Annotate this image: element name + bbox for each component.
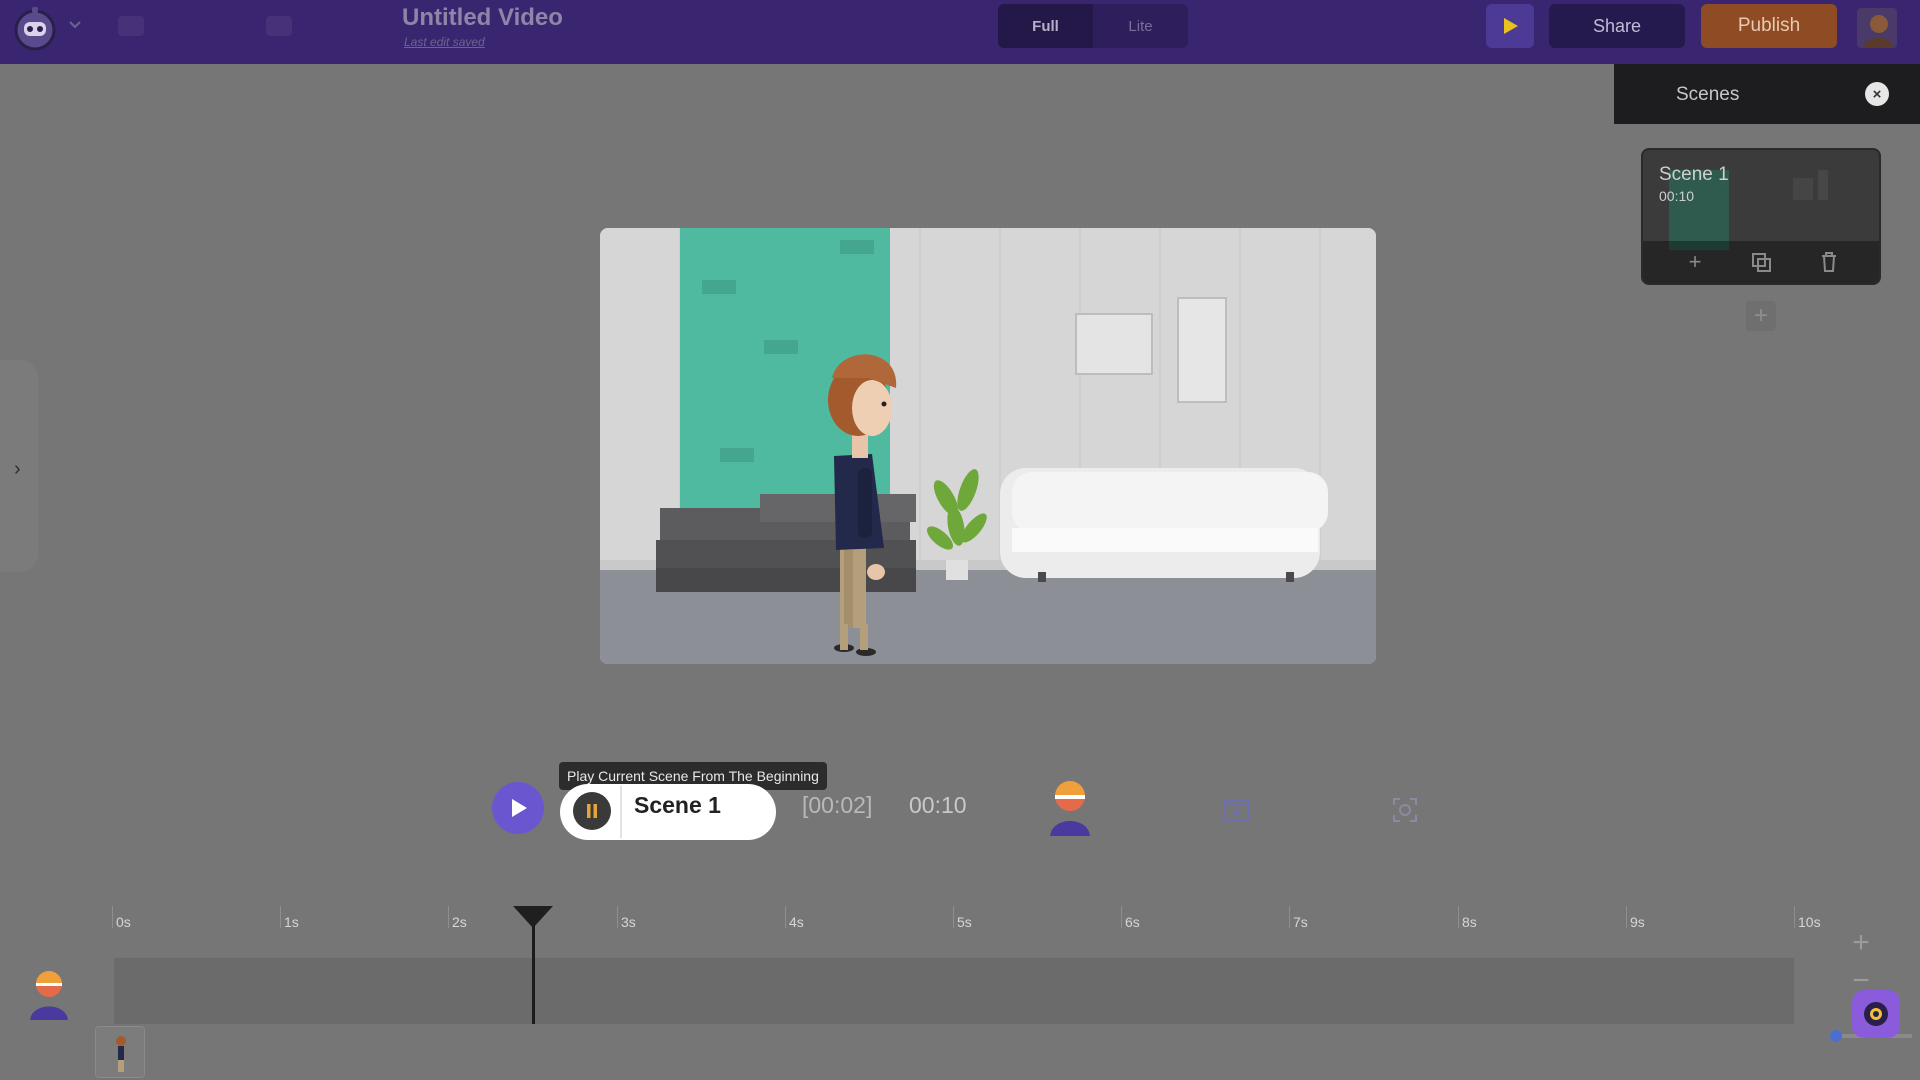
timeline-tick-label: 2s [452, 914, 467, 930]
timeline-tick [448, 906, 449, 928]
current-time: [00:02] [802, 792, 873, 818]
timeline-tick [112, 906, 113, 928]
timeline-tick-label: 7s [1293, 914, 1308, 930]
character-figure-icon [116, 1036, 126, 1072]
undo-icon[interactable] [118, 16, 144, 36]
timeline-tick [1121, 906, 1122, 928]
timeline-tick [1289, 906, 1290, 928]
timeline-tick-label: 10s [1798, 914, 1821, 930]
chevron-right-icon[interactable]: › [14, 458, 21, 481]
duplicate-icon[interactable] [1749, 250, 1773, 274]
timeline-tick [1626, 906, 1627, 928]
timeline-tick [785, 906, 786, 928]
chevron-down-icon[interactable] [68, 18, 82, 32]
play-icon [512, 799, 527, 817]
help-widget[interactable] [1852, 990, 1900, 1038]
robot-logo-icon[interactable] [10, 4, 60, 54]
timeline-tick [1794, 906, 1795, 928]
timeline-tick [617, 906, 618, 928]
redo-icon[interactable] [266, 16, 292, 36]
share-button[interactable]: Share [1549, 4, 1685, 48]
zoom-in-icon[interactable]: + [1846, 926, 1876, 959]
character-icon[interactable] [26, 968, 72, 1020]
mode-lite[interactable]: Lite [1093, 4, 1188, 48]
add-scene-button[interactable]: + [1746, 301, 1776, 331]
scene-canvas[interactable] [600, 228, 1376, 664]
last-edit-link[interactable]: Last edit saved [404, 35, 485, 49]
zoom-slider-handle[interactable] [1830, 1030, 1842, 1042]
timeline-tick-label: 6s [1125, 914, 1140, 930]
mode-toggle[interactable]: Full Lite [998, 4, 1188, 48]
scene-label: Scene 1 [634, 792, 721, 818]
user-avatar[interactable] [1857, 8, 1897, 48]
video-title[interactable]: Untitled Video [402, 4, 563, 32]
scenes-panel-title: Scenes [1676, 84, 1740, 105]
pause-button[interactable] [573, 792, 611, 830]
scene-card[interactable]: Scene 1 00:10 + [1641, 148, 1881, 285]
scene-card-name: Scene 1 [1659, 164, 1729, 185]
character-icon[interactable] [1046, 778, 1094, 836]
timeline-tick [1458, 906, 1459, 928]
pill-divider [620, 786, 622, 838]
timeline-tick [953, 906, 954, 928]
trash-icon[interactable] [1817, 250, 1841, 274]
timeline-ruler[interactable]: 0s 1s 2s 3s 4s 5s 6s 7s 8s 9s 10s [112, 906, 1821, 936]
timeline-tick-label: 1s [284, 914, 299, 930]
play-icon [1504, 18, 1518, 34]
preview-play-button[interactable] [1486, 4, 1534, 48]
timeline-tick-label: 0s [116, 914, 131, 930]
scene-card-duration: 00:10 [1659, 188, 1695, 204]
playhead-handle[interactable] [512, 906, 553, 928]
playhead-line[interactable] [531, 918, 535, 1024]
robot-help-icon [1864, 1002, 1888, 1026]
camera-icon[interactable] [1391, 796, 1419, 824]
timeline-tick-label: 9s [1630, 914, 1645, 930]
mode-full[interactable]: Full [998, 4, 1093, 48]
timeline-tick-label: 3s [621, 914, 636, 930]
publish-button[interactable]: Publish [1701, 4, 1837, 48]
scene-illustration [600, 228, 1376, 664]
total-time: 00:10 [909, 792, 967, 818]
pause-icon [587, 804, 597, 818]
close-icon[interactable]: × [1865, 82, 1889, 106]
film-clip-icon[interactable] [1222, 794, 1252, 824]
timeline-tick-label: 5s [957, 914, 972, 930]
timeline-tick [280, 906, 281, 928]
timeline-tick-label: 4s [789, 914, 804, 930]
timeline-track[interactable] [114, 958, 1794, 1024]
add-scene-icon[interactable]: + [1683, 249, 1707, 274]
character-thumbnail[interactable] [95, 1026, 145, 1078]
timeline-tick-label: 8s [1462, 914, 1477, 930]
play-button[interactable] [492, 782, 544, 834]
